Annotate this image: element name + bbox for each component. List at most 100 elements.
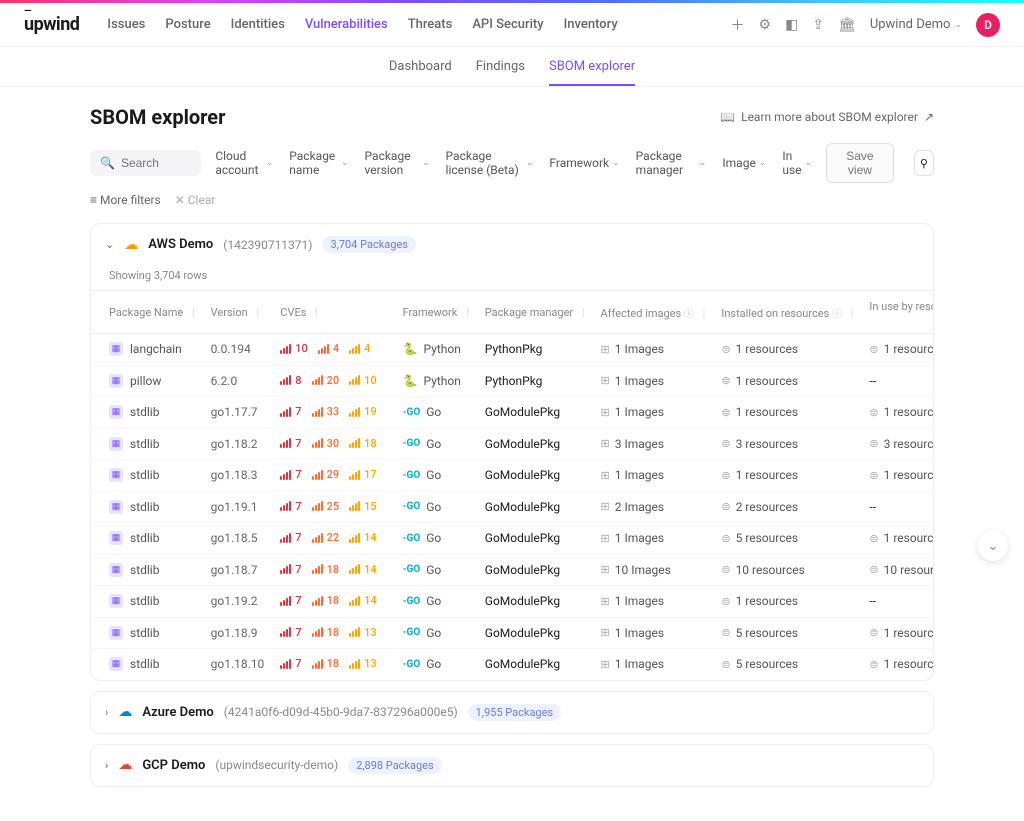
panel-icon[interactable]: ◧	[785, 17, 798, 33]
group-header-azure[interactable]: ›☁Azure Demo (4241a0f6-d09d-45b0-9da7-83…	[91, 692, 933, 733]
filter-image[interactable]: Image ⌄	[722, 149, 766, 177]
filter-in-use[interactable]: In use ⌄	[782, 149, 812, 177]
resource-icon: ⊜	[869, 437, 878, 450]
running-icon[interactable]: ⇪	[812, 17, 824, 33]
group-header-aws[interactable]: ⌄☁AWS Demo (142390711371)3,704 Packages	[91, 224, 933, 265]
table-row[interactable]: ▦stdlibgo1.18.971813-GO GoGoModulePkg⊞1 …	[91, 617, 934, 649]
col-package-manager[interactable]: Package manager |	[477, 291, 593, 334]
table-row[interactable]: ▦pillow6.2.082010🐍 PythonPythonPkg⊞1 Ima…	[91, 365, 934, 397]
group-header-gcp[interactable]: ›☁GCP Demo (upwindsecurity-demo)2,898 Pa…	[91, 745, 933, 786]
package-icon: ▦	[109, 437, 123, 451]
resource-icon: ⊜	[869, 469, 878, 482]
info-icon[interactable]: ⓘ	[832, 309, 842, 320]
filter-bar: 🔍 Cloud account ⌄ Package name ⌄ Package v…	[90, 143, 934, 183]
filter-package-version[interactable]: Package version ⌄	[365, 149, 430, 177]
table-row[interactable]: ▦stdlibgo1.18.572214-GO GoGoModulePkg⊞1 …	[91, 523, 934, 555]
nav-item-threats[interactable]: Threats	[408, 5, 453, 44]
info-icon[interactable]: ⓘ	[684, 309, 694, 320]
nav-item-issues[interactable]: Issues	[107, 5, 145, 44]
package-icon: ▦	[109, 594, 123, 608]
resource-icon: ⊜	[721, 437, 730, 450]
nav-item-vulnerabilities[interactable]: Vulnerabilities	[305, 5, 388, 44]
filter-package-manager[interactable]: Package manager ⌄	[636, 149, 707, 177]
package-name: stdlib	[130, 657, 159, 671]
sort-button[interactable]: ⚲	[914, 150, 934, 176]
framework-cell: -GO Go	[395, 428, 477, 460]
filter-package-license-beta-[interactable]: Package license (Beta) ⌄	[446, 149, 534, 177]
affected-images: 1 Images	[615, 468, 664, 482]
more-filters-row: ≡ More filters ✕ Clear	[90, 193, 934, 207]
framework-cell: 🐍 Python	[395, 365, 477, 397]
nav-item-identities[interactable]: Identities	[231, 5, 285, 44]
avatar[interactable]: D	[976, 13, 1000, 37]
table-row[interactable]: ▦stdlibgo1.18.771814-GO GoGoModulePkg⊞10…	[91, 554, 934, 586]
aws-icon: ☁	[124, 237, 138, 253]
col-cves[interactable]: CVEs |	[272, 291, 394, 334]
page-header: SBOM explorer 📖 Learn more about SBOM ex…	[90, 105, 934, 129]
cves-cell: 72515	[272, 491, 394, 523]
in-use: 1 resources	[884, 405, 934, 419]
resource-icon: ⊜	[721, 595, 730, 608]
table-row[interactable]: ▦stdlibgo1.18.273018-GO GoGoModulePkg⊞3 …	[91, 428, 934, 460]
save-view-button[interactable]: Save view	[826, 143, 894, 183]
image-icon: ⊞	[601, 626, 610, 639]
version-cell: 0.0.194	[203, 334, 273, 366]
filter-cloud-account[interactable]: Cloud account ⌄	[215, 149, 273, 177]
nav-item-api-security[interactable]: API Security	[472, 5, 543, 44]
in-use: 1 resources	[884, 626, 934, 640]
table-row[interactable]: ▦stdlibgo1.18.372917-GO GoGoModulePkg⊞1 …	[91, 460, 934, 492]
nav-item-posture[interactable]: Posture	[165, 5, 210, 44]
filter-package-name[interactable]: Package name ⌄	[289, 149, 348, 177]
chevron-down-icon: ⌄	[422, 158, 430, 168]
pkg-manager-cell: GoModulePkg	[477, 649, 593, 680]
affected-images: 10 Images	[615, 563, 671, 577]
resource-icon: ⊜	[869, 406, 878, 419]
version-cell: go1.18.2	[203, 428, 273, 460]
col-affected-images[interactable]: Affected images ⓘ |	[593, 291, 714, 334]
col-in-use-by-resources[interactable]: In use by resources ⓘ ⚙	[861, 291, 934, 334]
more-filters-toggle[interactable]: ≡ More filters	[90, 193, 161, 207]
in-use: 1 resources	[884, 531, 934, 545]
resource-icon: ⊜	[721, 658, 730, 671]
table-row[interactable]: ▦stdlibgo1.19.271814-GO GoGoModulePkg⊞1 …	[91, 586, 934, 618]
go-icon: -GO	[403, 564, 421, 575]
package-icon: ▦	[109, 405, 123, 419]
search-icon: 🔍	[100, 156, 115, 170]
affected-images: 1 Images	[615, 594, 664, 608]
help-bubble[interactable]: ⌄	[978, 531, 1008, 561]
plus-icon[interactable]: ＋	[731, 15, 745, 35]
tab-sbom-explorer[interactable]: SBOM explorer	[549, 59, 635, 86]
tab-dashboard[interactable]: Dashboard	[389, 59, 452, 86]
clear-filters[interactable]: ✕ Clear	[175, 193, 216, 207]
org-selector[interactable]: Upwind Demo ⌄	[870, 17, 962, 32]
col-framework[interactable]: Framework |	[395, 291, 477, 334]
filter-framework[interactable]: Framework ⌄	[549, 149, 619, 177]
table-row[interactable]: ▦langchain0.0.1941044🐍 PythonPythonPkg⊞1…	[91, 334, 934, 366]
resource-icon: ⊜	[721, 374, 730, 387]
group-id: (upwindsecurity-demo)	[215, 758, 338, 772]
table-row[interactable]: ▦stdlibgo1.19.172515-GO GoGoModulePkg⊞2 …	[91, 491, 934, 523]
search-input[interactable]	[121, 156, 191, 170]
col-package-name[interactable]: Package Name |	[91, 291, 203, 334]
package-count-badge: 3,704 Packages	[322, 236, 416, 253]
table-row[interactable]: ▦stdlibgo1.17.773319-GO GoGoModulePkg⊞1 …	[91, 397, 934, 429]
resource-icon: ⊜	[721, 406, 730, 419]
pkg-manager-cell: GoModulePkg	[477, 523, 593, 555]
chevron-down-icon: ⌄	[266, 158, 274, 168]
image-icon: ⊞	[601, 563, 610, 576]
version-cell: go1.19.1	[203, 491, 273, 523]
search-box[interactable]: 🔍	[90, 150, 201, 176]
installed-on: 5 resources	[736, 657, 798, 671]
col-installed-on-resources[interactable]: Installed on resources ⓘ |	[713, 291, 861, 334]
tab-findings[interactable]: Findings	[476, 59, 525, 86]
affected-images: 3 Images	[615, 437, 664, 451]
table-row[interactable]: ▦stdlibgo1.18.1071813-GO GoGoModulePkg⊞1…	[91, 649, 934, 680]
nav-item-inventory[interactable]: Inventory	[564, 5, 618, 44]
pkg-manager-cell: GoModulePkg	[477, 617, 593, 649]
brand-logo[interactable]: upwind	[24, 14, 79, 35]
col-version[interactable]: Version |	[203, 291, 273, 334]
gear-icon[interactable]: ⚙	[759, 17, 772, 33]
learn-more-link[interactable]: 📖 Learn more about SBOM explorer ↗	[720, 110, 934, 124]
go-icon: -GO	[403, 438, 421, 449]
framework-cell: -GO Go	[395, 554, 477, 586]
